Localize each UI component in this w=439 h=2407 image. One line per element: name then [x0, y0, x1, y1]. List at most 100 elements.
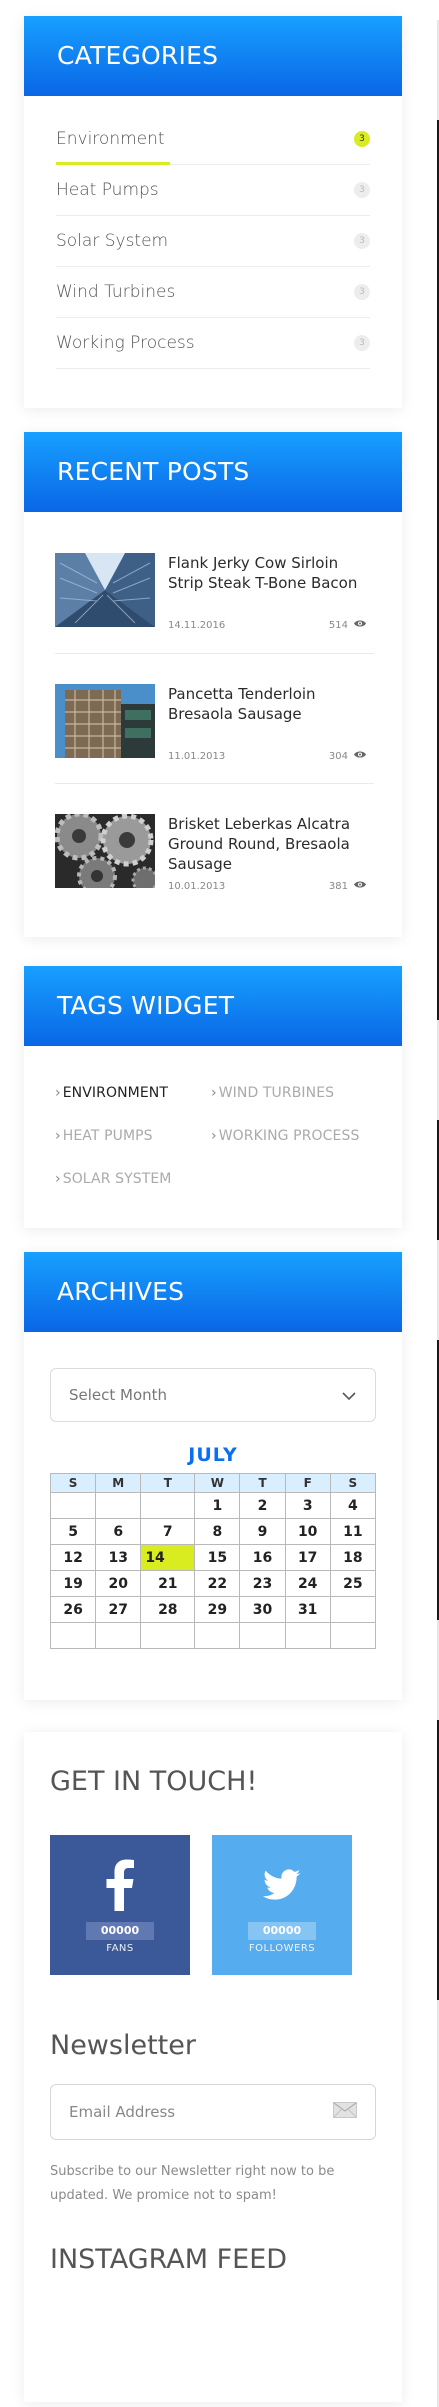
- calendar-day-cell[interactable]: 12: [49, 1544, 97, 1571]
- tag-label: HEAT PUMPS: [62, 1128, 153, 1144]
- tag-heat-pumps[interactable]: › HEAT PUMPS: [55, 1128, 153, 1144]
- email-input[interactable]: [69, 2103, 309, 2121]
- calendar-day-cell[interactable]: 22: [194, 1570, 241, 1597]
- category-list: Environment 3 Heat Pumps 3 Solar System …: [24, 96, 402, 369]
- post-views: 514: [329, 619, 367, 631]
- calendar-day-cell[interactable]: 17: [284, 1544, 331, 1571]
- newsletter-title: Newsletter: [50, 2030, 196, 2061]
- calendar-day-cell[interactable]: 20: [95, 1570, 142, 1597]
- category-item-working-process[interactable]: Working Process 3: [56, 318, 370, 369]
- calendar-day-cell[interactable]: 2: [239, 1492, 286, 1519]
- widget-title: ARCHIVES: [24, 1252, 402, 1332]
- post-views: 381: [329, 880, 367, 892]
- get-in-touch-widget: GET IN TOUCH! 00000 FANS 00000 FOLLOWERS…: [24, 1732, 402, 2402]
- post-date: 11.01.2013: [168, 751, 226, 762]
- category-item-wind-turbines[interactable]: Wind Turbines 3: [56, 267, 370, 318]
- category-label: Working Process: [56, 333, 195, 353]
- recent-post-item[interactable]: Pancetta Tenderloin Bresaola Sausage 11.…: [55, 684, 375, 792]
- recent-post-item[interactable]: Flank Jerky Cow Sirloin Strip Steak T-Bo…: [55, 553, 375, 661]
- calendar-day-cell[interactable]: 6: [95, 1518, 142, 1545]
- calendar-week-row: 26 27 28 29 30 31: [49, 1596, 377, 1623]
- calendar-day-cell[interactable]: 10: [284, 1518, 331, 1545]
- calendar-week-row: 12 13 14 15 16 17 18: [49, 1544, 377, 1571]
- calendar-day-cell[interactable]: 1: [194, 1492, 241, 1519]
- calendar-day-cell[interactable]: 16: [239, 1544, 286, 1571]
- calendar-day-cell[interactable]: 15: [194, 1544, 241, 1571]
- eye-icon: [353, 880, 367, 892]
- eye-icon: [353, 619, 367, 631]
- tag-label: SOLAR SYSTEM: [62, 1171, 172, 1187]
- tags-widget: TAGS WIDGET › ENVIRONMENT › WIND TURBINES …: [24, 966, 402, 1228]
- calendar-day-cell[interactable]: 5: [49, 1518, 97, 1545]
- email-field[interactable]: [50, 2084, 376, 2140]
- tag-wind-turbines[interactable]: › WIND TURBINES: [211, 1085, 334, 1101]
- calendar: S M T W T F S 1 2 3 4 5 6 7 8 9 10 11 12 13 14 15 16 17 1…: [49, 1473, 377, 1649]
- calendar-day-cell[interactable]: 3: [284, 1492, 331, 1519]
- post-title-link[interactable]: Pancetta Tenderloin Bresaola Sausage: [168, 684, 378, 724]
- month-select[interactable]: Select Month: [50, 1368, 376, 1422]
- calendar-day-cell[interactable]: 24: [284, 1570, 331, 1597]
- calendar-day-cell[interactable]: 25: [329, 1570, 377, 1597]
- post-title-link[interactable]: Flank Jerky Cow Sirloin Strip Steak T-Bo…: [168, 553, 378, 593]
- twitter-count: 00000: [248, 1922, 316, 1940]
- calendar-day-cell[interactable]: 31: [284, 1596, 331, 1623]
- calendar-day-cell[interactable]: 4: [329, 1492, 377, 1519]
- recent-posts-widget: RECENT POSTS Flank Jerky Cow Sirloin Str…: [24, 432, 402, 937]
- category-item-solar-system[interactable]: Solar System 3: [56, 216, 370, 267]
- twitter-label: FOLLOWERS: [248, 1943, 316, 1954]
- calendar-day-cell[interactable]: 30: [239, 1596, 286, 1623]
- category-item-heat-pumps[interactable]: Heat Pumps 3: [56, 165, 370, 216]
- recent-post-item[interactable]: Brisket Leberkas Alcatra Ground Round, B…: [55, 814, 375, 922]
- weekday-label: T: [239, 1473, 286, 1493]
- divider: [55, 653, 374, 654]
- twitter-icon: [212, 1869, 352, 1901]
- calendar-day-cell: [194, 1622, 241, 1649]
- calendar-month-title: JULY: [188, 1444, 238, 1466]
- category-label: Environment: [56, 129, 165, 149]
- calendar-day-cell[interactable]: 29: [194, 1596, 241, 1623]
- calendar-day-cell[interactable]: 9: [239, 1518, 286, 1545]
- gears-image[interactable]: [55, 814, 155, 888]
- divider: [55, 783, 374, 784]
- newsletter-description: Subscribe to our Newsletter right now to…: [50, 2164, 335, 2203]
- category-count-badge: 3: [354, 131, 370, 147]
- calendar-day-cell[interactable]: 7: [140, 1518, 196, 1545]
- twitter-followers-button[interactable]: 00000 FOLLOWERS: [212, 1835, 352, 1975]
- calendar-day-cell[interactable]: 19: [49, 1570, 97, 1597]
- calendar-day-cell: [284, 1622, 331, 1649]
- category-label: Solar System: [56, 231, 169, 251]
- widget-title: TAGS WIDGET: [24, 966, 402, 1046]
- calendar-day-cell: [95, 1622, 142, 1649]
- envelope-icon[interactable]: [333, 2102, 357, 2122]
- month-select-value: Select Month: [69, 1386, 168, 1404]
- calendar-day-cell[interactable]: 28: [140, 1596, 196, 1623]
- calendar-day-cell[interactable]: 26: [49, 1596, 97, 1623]
- calendar-day-cell[interactable]: 18: [329, 1544, 377, 1571]
- building-scaffold-image[interactable]: [55, 684, 155, 758]
- calendar-day-cell[interactable]: 21: [140, 1570, 196, 1597]
- post-date: 14.11.2016: [168, 620, 226, 631]
- calendar-day-cell[interactable]: 23: [239, 1570, 286, 1597]
- calendar-day-cell[interactable]: 11: [329, 1518, 377, 1545]
- widget-title: CATEGORIES: [24, 16, 402, 96]
- get-in-touch-title: GET IN TOUCH!: [50, 1766, 258, 1797]
- calendar-day-cell[interactable]: 27: [95, 1596, 142, 1623]
- calendar-day-cell[interactable]: 14: [140, 1544, 196, 1571]
- weekday-label: M: [95, 1473, 142, 1493]
- tag-solar-system[interactable]: › SOLAR SYSTEM: [55, 1171, 172, 1187]
- category-count-badge: 3: [354, 182, 370, 198]
- category-item-environment[interactable]: Environment 3: [56, 114, 370, 165]
- skyscrapers-image[interactable]: [55, 553, 155, 627]
- calendar-day-cell: [49, 1622, 97, 1649]
- view-count: 381: [328, 880, 348, 892]
- calendar-day-cell[interactable]: 13: [95, 1544, 142, 1571]
- tag-environment[interactable]: › ENVIRONMENT: [55, 1085, 168, 1101]
- category-count-badge: 3: [354, 233, 370, 249]
- post-title-link[interactable]: Brisket Leberkas Alcatra Ground Round, B…: [168, 814, 378, 874]
- chevron-down-icon: [341, 1386, 357, 1405]
- calendar-day-cell[interactable]: 8: [194, 1518, 241, 1545]
- eye-icon: [353, 750, 367, 762]
- tag-working-process[interactable]: › WORKING PROCESS: [211, 1128, 359, 1144]
- facebook-fans-button[interactable]: 00000 FANS: [50, 1835, 190, 1975]
- post-views: 304: [329, 750, 367, 762]
